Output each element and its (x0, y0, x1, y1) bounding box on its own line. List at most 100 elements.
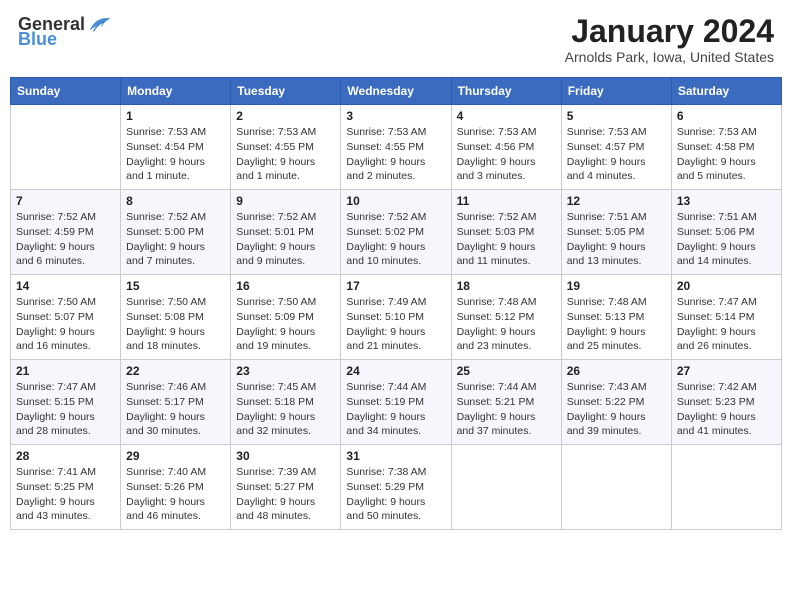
day-number: 19 (567, 279, 666, 293)
calendar-week-row: 28Sunrise: 7:41 AM Sunset: 5:25 PM Dayli… (11, 445, 782, 530)
calendar-week-row: 1 Sunrise: 7:53 AM Sunset: 4:54 PM Daylig… (11, 105, 782, 190)
calendar-cell: 17 Sunrise: 7:49 AM Sunset: 5:10 PM Dayli… (341, 275, 451, 360)
calendar-cell: 31 Sunrise: 7:38 AM Sunset: 5:29 PM Dayli… (341, 445, 451, 530)
day-number: 20 (677, 279, 776, 293)
day-number: 24 (346, 364, 445, 378)
day-number: 22 (126, 364, 225, 378)
calendar-cell: 25 Sunrise: 7:44 AM Sunset: 5:21 PM Dayli… (451, 360, 561, 445)
day-number: 2 (236, 109, 335, 123)
day-info: Sunrise: 7:44 AM Sunset: 5:19 PM Dayligh… (346, 380, 445, 439)
calendar-day-header: Sunday (11, 78, 121, 105)
day-info: Sunrise: 7:44 AM Sunset: 5:21 PM Dayligh… (457, 380, 556, 439)
logo-bird-icon (87, 15, 111, 35)
day-info: Sunrise: 7:53 AM Sunset: 4:56 PM Dayligh… (457, 125, 556, 184)
calendar-cell: 7 Sunrise: 7:52 AM Sunset: 4:59 PM Daylig… (11, 190, 121, 275)
page-header: General Blue January 2024 Arnolds Park, … (10, 10, 782, 69)
day-info: Sunrise: 7:41 AM Sunset: 5:25 PM Dayligh… (16, 465, 115, 524)
day-info: Sunrise: 7:52 AM Sunset: 5:03 PM Dayligh… (457, 210, 556, 269)
calendar-cell: 11 Sunrise: 7:52 AM Sunset: 5:03 PM Dayli… (451, 190, 561, 275)
day-number: 16 (236, 279, 335, 293)
calendar-cell (11, 105, 121, 190)
calendar-day-header: Friday (561, 78, 671, 105)
day-number: 1 (126, 109, 225, 123)
calendar-cell: 12 Sunrise: 7:51 AM Sunset: 5:05 PM Dayli… (561, 190, 671, 275)
calendar-cell: 1 Sunrise: 7:53 AM Sunset: 4:54 PM Daylig… (121, 105, 231, 190)
day-number: 18 (457, 279, 556, 293)
day-info: Sunrise: 7:48 AM Sunset: 5:12 PM Dayligh… (457, 295, 556, 354)
day-info: Sunrise: 7:50 AM Sunset: 5:09 PM Dayligh… (236, 295, 335, 354)
calendar-day-header: Thursday (451, 78, 561, 105)
day-number: 10 (346, 194, 445, 208)
day-number: 25 (457, 364, 556, 378)
calendar-cell: 20 Sunrise: 7:47 AM Sunset: 5:14 PM Dayli… (671, 275, 781, 360)
day-number: 27 (677, 364, 776, 378)
calendar-cell: 13 Sunrise: 7:51 AM Sunset: 5:06 PM Dayli… (671, 190, 781, 275)
day-info: Sunrise: 7:52 AM Sunset: 5:00 PM Dayligh… (126, 210, 225, 269)
day-number: 21 (16, 364, 115, 378)
day-info: Sunrise: 7:52 AM Sunset: 5:01 PM Dayligh… (236, 210, 335, 269)
day-number: 8 (126, 194, 225, 208)
day-number: 30 (236, 449, 335, 463)
day-number: 23 (236, 364, 335, 378)
day-info: Sunrise: 7:47 AM Sunset: 5:15 PM Dayligh… (16, 380, 115, 439)
day-info: Sunrise: 7:38 AM Sunset: 5:29 PM Dayligh… (346, 465, 445, 524)
day-number: 5 (567, 109, 666, 123)
day-number: 7 (16, 194, 115, 208)
day-info: Sunrise: 7:50 AM Sunset: 5:07 PM Dayligh… (16, 295, 115, 354)
calendar-cell: 24 Sunrise: 7:44 AM Sunset: 5:19 PM Dayli… (341, 360, 451, 445)
day-info: Sunrise: 7:51 AM Sunset: 5:06 PM Dayligh… (677, 210, 776, 269)
day-number: 11 (457, 194, 556, 208)
calendar-cell: 4Sunrise: 7:53 AM Sunset: 4:56 PM Daylig… (451, 105, 561, 190)
day-number: 31 (346, 449, 445, 463)
day-info: Sunrise: 7:47 AM Sunset: 5:14 PM Dayligh… (677, 295, 776, 354)
calendar-day-header: Saturday (671, 78, 781, 105)
day-info: Sunrise: 7:53 AM Sunset: 4:55 PM Dayligh… (346, 125, 445, 184)
calendar-cell: 23 Sunrise: 7:45 AM Sunset: 5:18 PM Dayli… (231, 360, 341, 445)
day-info: Sunrise: 7:51 AM Sunset: 5:05 PM Dayligh… (567, 210, 666, 269)
calendar-cell: 22 Sunrise: 7:46 AM Sunset: 5:17 PM Dayli… (121, 360, 231, 445)
calendar-cell: 5 Sunrise: 7:53 AM Sunset: 4:57 PM Daylig… (561, 105, 671, 190)
day-info: Sunrise: 7:52 AM Sunset: 4:59 PM Dayligh… (16, 210, 115, 269)
calendar-week-row: 14 Sunrise: 7:50 AM Sunset: 5:07 PM Dayli… (11, 275, 782, 360)
calendar-cell: 27 Sunrise: 7:42 AM Sunset: 5:23 PM Dayli… (671, 360, 781, 445)
calendar-week-row: 21 Sunrise: 7:47 AM Sunset: 5:15 PM Dayli… (11, 360, 782, 445)
calendar-cell: 3 Sunrise: 7:53 AM Sunset: 4:55 PM Daylig… (341, 105, 451, 190)
calendar-cell: 2 Sunrise: 7:53 AM Sunset: 4:55 PM Daylig… (231, 105, 341, 190)
day-info: Sunrise: 7:49 AM Sunset: 5:10 PM Dayligh… (346, 295, 445, 354)
day-number: 9 (236, 194, 335, 208)
day-info: Sunrise: 7:53 AM Sunset: 4:58 PM Dayligh… (677, 125, 776, 184)
calendar-cell: 14 Sunrise: 7:50 AM Sunset: 5:07 PM Dayli… (11, 275, 121, 360)
page-subtitle: Arnolds Park, Iowa, United States (565, 49, 774, 65)
title-block: January 2024 Arnolds Park, Iowa, United … (565, 14, 774, 65)
logo-blue: Blue (18, 29, 57, 50)
day-info: Sunrise: 7:45 AM Sunset: 5:18 PM Dayligh… (236, 380, 335, 439)
calendar-cell: 21 Sunrise: 7:47 AM Sunset: 5:15 PM Dayli… (11, 360, 121, 445)
calendar-table: SundayMondayTuesdayWednesdayThursdayFrid… (10, 77, 782, 530)
calendar-cell: 18 Sunrise: 7:48 AM Sunset: 5:12 PM Dayli… (451, 275, 561, 360)
day-info: Sunrise: 7:46 AM Sunset: 5:17 PM Dayligh… (126, 380, 225, 439)
day-info: Sunrise: 7:42 AM Sunset: 5:23 PM Dayligh… (677, 380, 776, 439)
calendar-header-row: SundayMondayTuesdayWednesdayThursdayFrid… (11, 78, 782, 105)
day-info: Sunrise: 7:39 AM Sunset: 5:27 PM Dayligh… (236, 465, 335, 524)
calendar-cell (451, 445, 561, 530)
day-info: Sunrise: 7:53 AM Sunset: 4:57 PM Dayligh… (567, 125, 666, 184)
day-info: Sunrise: 7:53 AM Sunset: 4:54 PM Dayligh… (126, 125, 225, 184)
day-number: 26 (567, 364, 666, 378)
day-info: Sunrise: 7:53 AM Sunset: 4:55 PM Dayligh… (236, 125, 335, 184)
day-info: Sunrise: 7:48 AM Sunset: 5:13 PM Dayligh… (567, 295, 666, 354)
calendar-cell: 6Sunrise: 7:53 AM Sunset: 4:58 PM Daylig… (671, 105, 781, 190)
calendar-cell (671, 445, 781, 530)
day-number: 15 (126, 279, 225, 293)
calendar-cell: 10Sunrise: 7:52 AM Sunset: 5:02 PM Dayli… (341, 190, 451, 275)
day-number: 12 (567, 194, 666, 208)
day-number: 17 (346, 279, 445, 293)
page-title: January 2024 (565, 14, 774, 49)
day-info: Sunrise: 7:43 AM Sunset: 5:22 PM Dayligh… (567, 380, 666, 439)
calendar-cell: 26 Sunrise: 7:43 AM Sunset: 5:22 PM Dayli… (561, 360, 671, 445)
calendar-cell: 19 Sunrise: 7:48 AM Sunset: 5:13 PM Dayli… (561, 275, 671, 360)
day-number: 3 (346, 109, 445, 123)
day-number: 14 (16, 279, 115, 293)
day-info: Sunrise: 7:40 AM Sunset: 5:26 PM Dayligh… (126, 465, 225, 524)
day-number: 13 (677, 194, 776, 208)
calendar-day-header: Tuesday (231, 78, 341, 105)
